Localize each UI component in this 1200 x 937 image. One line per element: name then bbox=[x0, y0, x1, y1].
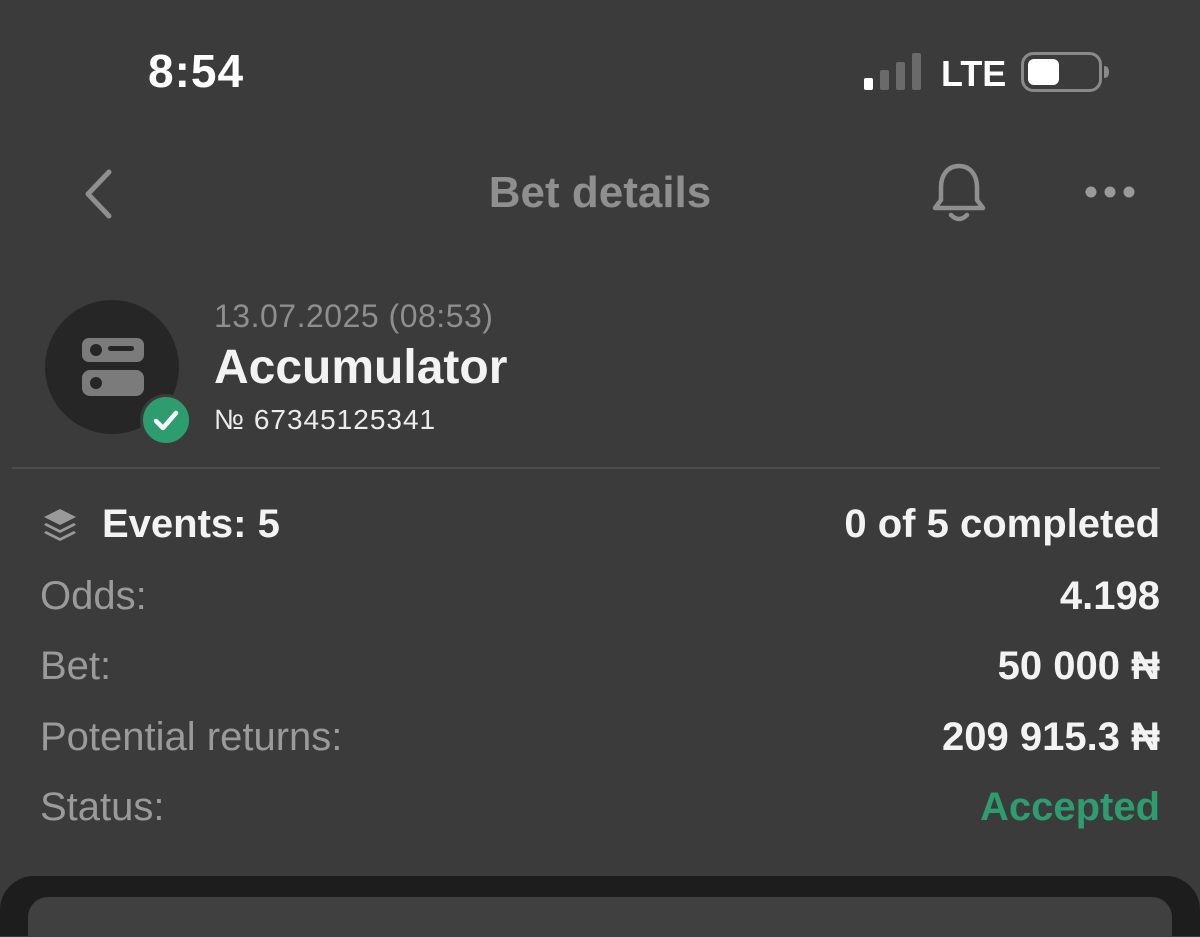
bet-type: Accumulator bbox=[214, 341, 508, 394]
bet-datetime: 13.07.2025 (08:53) bbox=[214, 298, 494, 334]
events-progress: 0 of 5 completed bbox=[844, 502, 1160, 546]
battery-icon bbox=[1021, 52, 1109, 92]
status-label: Status: bbox=[40, 785, 165, 829]
event-item[interactable] bbox=[28, 897, 1172, 937]
odds-label: Odds: bbox=[40, 574, 147, 618]
bell-icon[interactable] bbox=[928, 160, 990, 226]
odds-value: 4.198 bbox=[1059, 574, 1160, 618]
check-circle-icon bbox=[140, 394, 192, 446]
bet-number: № 67345125341 bbox=[214, 404, 437, 435]
layers-icon bbox=[44, 509, 76, 541]
divider bbox=[12, 467, 1160, 469]
potential-returns-label: Potential returns: bbox=[40, 715, 343, 759]
events-count: Events: 5 bbox=[102, 502, 280, 546]
ellipsis-icon[interactable] bbox=[1084, 180, 1136, 204]
status-badge: Accepted bbox=[979, 785, 1160, 829]
page-title: Bet details bbox=[488, 168, 712, 217]
status-bar-time: 8:54 bbox=[148, 45, 245, 97]
stake-label: Bet: bbox=[40, 644, 112, 688]
signal-strength-icon bbox=[864, 53, 921, 90]
stake-value: 50 000 ₦ bbox=[997, 644, 1160, 688]
potential-returns-value: 209 915.3 ₦ bbox=[942, 715, 1160, 759]
network-type: LTE bbox=[941, 53, 1007, 94]
